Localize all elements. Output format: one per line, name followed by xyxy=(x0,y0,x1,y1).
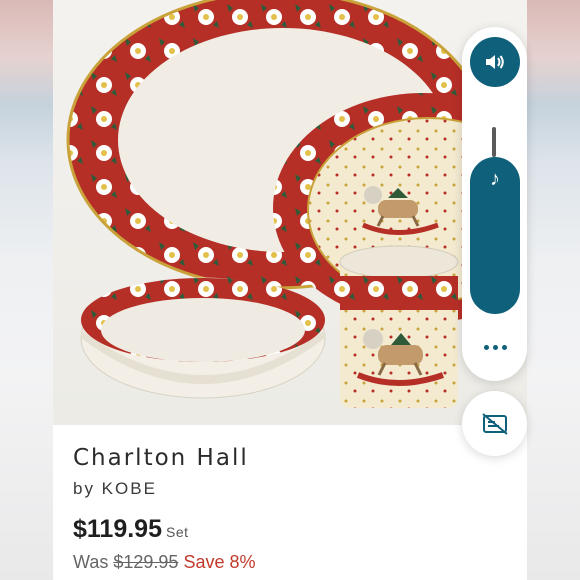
more-dot xyxy=(501,344,507,350)
more-dot xyxy=(492,344,498,350)
savings-text: Save 8% xyxy=(183,552,256,572)
mute-button[interactable] xyxy=(470,37,520,87)
music-note-icon: ♪ xyxy=(490,168,500,190)
price-row: $119.95 Set xyxy=(73,515,517,544)
price-unit: Set xyxy=(166,524,189,540)
product-title[interactable]: Charlton Hall xyxy=(73,445,517,471)
more-options-button[interactable] xyxy=(475,332,515,362)
product-image[interactable] xyxy=(53,0,527,425)
dinnerware-photo xyxy=(66,0,527,408)
volume-panel: ♪ xyxy=(462,27,527,381)
volume-slider-handle[interactable] xyxy=(492,127,496,157)
original-price: $129.95 xyxy=(113,552,179,572)
product-brand[interactable]: by KOBE xyxy=(73,479,517,499)
product-card[interactable]: Charlton Hall by KOBE $119.95 Set Was $1… xyxy=(53,0,527,580)
volume-slider[interactable]: ♪ xyxy=(470,157,520,314)
more-dots-icon xyxy=(483,344,489,350)
product-info: Charlton Hall by KOBE $119.95 Set Was $1… xyxy=(73,445,517,573)
captions-off-icon xyxy=(481,412,508,435)
was-label: Was xyxy=(73,552,109,572)
speaker-icon xyxy=(486,55,504,69)
current-price: $119.95 xyxy=(73,515,162,543)
captions-button[interactable] xyxy=(462,391,527,456)
was-price-row: Was $129.95 Save 8% xyxy=(73,552,517,573)
